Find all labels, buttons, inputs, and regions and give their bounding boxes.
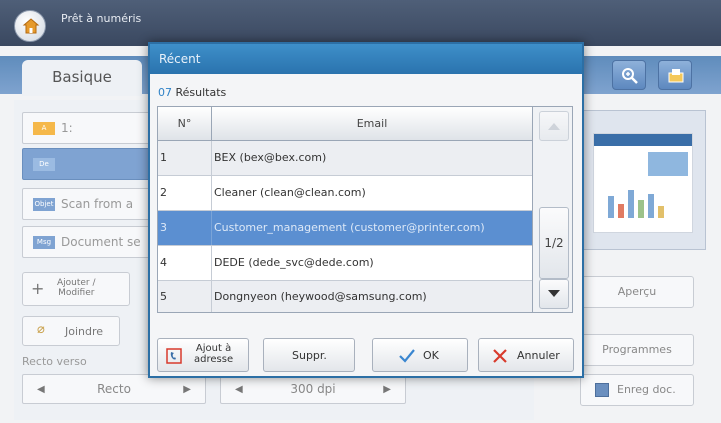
to-tag: A xyxy=(33,122,55,135)
save-icon xyxy=(595,383,609,397)
list-item-email: DEDE (dede_svc@dede.com) xyxy=(214,256,374,269)
document-button[interactable] xyxy=(658,60,692,90)
programs-button[interactable]: Programmes xyxy=(580,334,694,366)
zoom-button[interactable] xyxy=(612,60,646,90)
resolution-next-icon[interactable]: ▶ xyxy=(383,384,391,395)
list-item-number: 1 xyxy=(158,141,212,175)
list-item-number: 4 xyxy=(158,246,212,280)
preview-chart-icon xyxy=(594,134,692,218)
ok-button[interactable]: OK xyxy=(372,338,468,372)
results-summary: 07 Résultats xyxy=(158,86,226,99)
subject-tag: Objet xyxy=(33,198,55,211)
list-item[interactable]: 4 DEDE (dede_svc@dede.com) xyxy=(158,246,532,281)
zoom-icon xyxy=(622,68,638,84)
document-icon xyxy=(668,69,684,83)
chevron-up-icon xyxy=(548,123,560,130)
list-item-number: 5 xyxy=(158,281,212,312)
plus-icon: + xyxy=(31,279,45,298)
attach-label: Joindre xyxy=(65,325,104,338)
recipient-to-row[interactable]: A 1: xyxy=(22,112,152,144)
list-item[interactable]: 5 Dongnyeon (heywood@samsung.com) xyxy=(158,281,532,312)
cancel-label: Annuler xyxy=(517,349,560,362)
duplex-selector[interactable]: ◀ Recto ▶ xyxy=(22,374,206,404)
preview-thumbnail xyxy=(593,133,693,233)
add-to-address-book-button[interactable]: Ajout à adresse xyxy=(157,338,249,372)
column-email-header: Email xyxy=(356,117,388,130)
tab-basique[interactable]: Basique xyxy=(22,60,142,96)
duplex-next-icon[interactable]: ▶ xyxy=(183,384,191,395)
duplex-value: Recto xyxy=(97,382,131,396)
address-book-icon xyxy=(166,348,182,364)
subject-row[interactable]: Objet Scan from a xyxy=(22,188,152,220)
list-item-email: BEX (bex@bex.com) xyxy=(214,151,327,164)
add-modify-label: Ajouter / Modifier xyxy=(57,278,96,298)
add-to-address-book-label: Ajout à adresse xyxy=(194,343,234,365)
list-item[interactable]: 1 BEX (bex@bex.com) xyxy=(158,141,532,176)
dialog-title: Récent xyxy=(150,44,582,74)
list-item-number: 2 xyxy=(158,176,212,210)
results-count: 07 xyxy=(158,86,172,99)
chevron-down-icon xyxy=(548,290,560,297)
recent-list: N° Email 1 BEX (bex@bex.com) 2 Cleaner (… xyxy=(157,106,573,313)
message-value: Document se xyxy=(61,235,141,249)
message-row[interactable]: Msg Document se xyxy=(22,226,152,258)
recto-verso-label: Recto verso xyxy=(22,355,87,368)
list-item-email: Dongnyeon (heywood@samsung.com) xyxy=(214,290,427,303)
preview-button[interactable]: Aperçu xyxy=(580,276,694,308)
check-icon xyxy=(399,349,415,363)
sender-from-row[interactable]: De xyxy=(22,148,152,180)
list-item-email: Cleaner (clean@clean.com) xyxy=(214,186,366,199)
list-item-email: Customer_management (customer@printer.co… xyxy=(214,221,485,234)
resolution-selector[interactable]: ◀ 300 dpi ▶ xyxy=(220,374,406,404)
delete-button[interactable]: Suppr. xyxy=(263,338,355,372)
list-item-selected[interactable]: 3 Customer_management (customer@printer.… xyxy=(158,211,532,246)
subject-value: Scan from a xyxy=(61,197,134,211)
list-scrollbar: 1/2 xyxy=(532,107,572,312)
save-document-label: Enreg doc. xyxy=(617,383,676,396)
scroll-up-button[interactable] xyxy=(539,111,569,141)
message-tag: Msg xyxy=(33,236,55,249)
home-button[interactable] xyxy=(14,10,46,42)
list-header: N° Email xyxy=(158,107,532,141)
resolution-value: 300 dpi xyxy=(290,382,336,396)
page-indicator: 1/2 xyxy=(539,207,569,279)
list-item-number: 3 xyxy=(158,211,212,245)
scroll-down-button[interactable] xyxy=(539,279,569,309)
results-label: Résultats xyxy=(172,86,227,99)
cancel-button[interactable]: Annuler xyxy=(478,338,574,372)
app-title: Prêt à numéris xyxy=(61,12,142,25)
column-number-header: N° xyxy=(158,107,212,140)
recent-dialog: Récent 07 Résultats N° Email 1 BEX (bex@… xyxy=(148,42,584,378)
attach-button[interactable]: ⌀ Joindre xyxy=(22,316,120,346)
home-icon xyxy=(22,18,40,34)
ok-label: OK xyxy=(423,349,439,362)
paperclip-icon: ⌀ xyxy=(37,322,45,337)
preview-panel xyxy=(580,110,706,250)
add-modify-button[interactable]: + Ajouter / Modifier xyxy=(22,272,130,306)
from-tag: De xyxy=(33,158,55,171)
delete-label: Suppr. xyxy=(292,349,327,362)
to-value: 1: xyxy=(61,121,73,135)
list-item[interactable]: 2 Cleaner (clean@clean.com) xyxy=(158,176,532,211)
close-icon xyxy=(493,349,507,363)
save-document-button[interactable]: Enreg doc. xyxy=(580,374,694,406)
